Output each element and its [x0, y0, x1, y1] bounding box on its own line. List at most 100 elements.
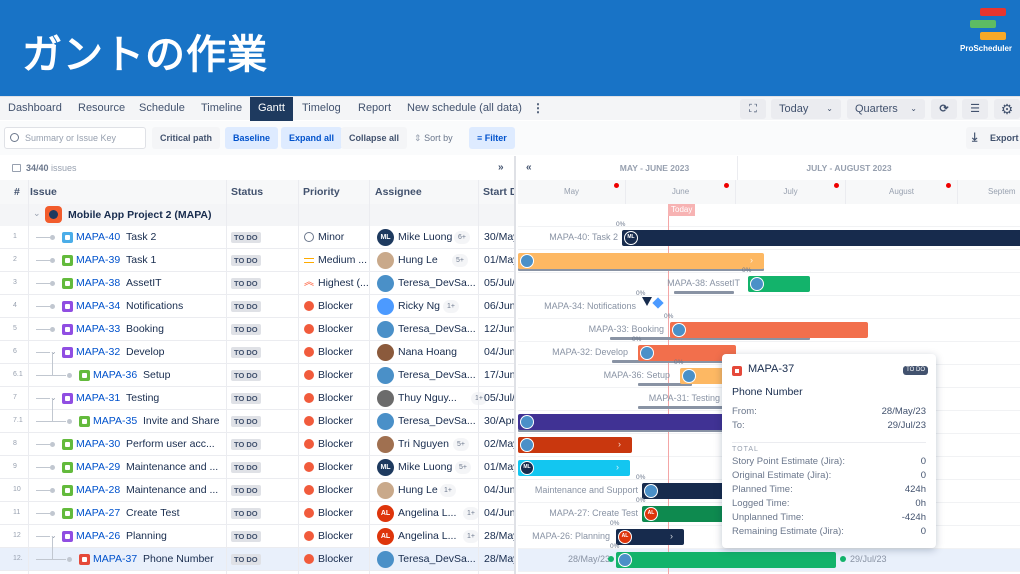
more-icon[interactable]: ⋮ [532, 97, 544, 119]
task-bar[interactable] [616, 552, 836, 568]
assignee-name[interactable]: Mike Luong [398, 456, 452, 478]
tab-resource[interactable]: Resource [78, 97, 125, 121]
issue-summary[interactable]: Testing [126, 387, 159, 409]
search-input[interactable]: Summary or Issue Key [4, 127, 146, 149]
assignee-name[interactable]: Teresa_DevSa... [398, 364, 476, 386]
more-assignees-badge[interactable]: 5+ [455, 461, 471, 474]
chevron-down-icon[interactable]: ⌄ [33, 208, 41, 219]
issue-key[interactable]: MAPA-39 [76, 249, 120, 271]
task-bar[interactable] [670, 322, 868, 338]
expand-panel-icon[interactable]: » [498, 156, 504, 180]
assignee-name[interactable]: Teresa_DevSa... [398, 272, 476, 294]
table-row[interactable]: 5 MAPA-33 Booking TO DO Blocker Teresa_DevSa.… [0, 318, 514, 341]
settings-sliders-icon[interactable]: ☰ [962, 99, 988, 119]
tab-dashboard[interactable]: Dashboard [8, 97, 62, 121]
col-status[interactable]: Status [231, 180, 263, 204]
issue-key[interactable]: MAPA-33 [76, 318, 120, 340]
expand-all-button[interactable]: Expand all [281, 127, 343, 149]
issue-key[interactable]: MAPA-34 [76, 295, 120, 317]
more-assignees-badge[interactable]: 1+ [440, 484, 456, 497]
issue-summary[interactable]: Booking [126, 318, 164, 340]
issue-key[interactable]: MAPA-32 [76, 341, 120, 363]
table-row[interactable]: 10 MAPA-28 Maintenance and ... TO DO Blocker… [0, 479, 514, 502]
assignee-name[interactable]: Tri Nguyen [398, 433, 449, 455]
tab-gantt[interactable]: Gantt [250, 97, 293, 121]
issue-key[interactable]: MAPA-31 [76, 387, 120, 409]
collapse-all-button[interactable]: Collapse all [341, 127, 408, 149]
more-assignees-badge[interactable]: 1+ [443, 300, 459, 313]
issue-key[interactable]: MAPA-27 [76, 502, 120, 524]
issue-key[interactable]: MAPA-26 [76, 525, 120, 547]
task-bar[interactable] [518, 437, 632, 453]
issue-summary[interactable]: Invite and Share [143, 410, 219, 432]
tab-schedule[interactable]: Schedule [139, 97, 185, 121]
export-button[interactable]: ⤓ Export [966, 127, 1020, 149]
issue-key[interactable]: MAPA-40 [76, 226, 120, 248]
chevron-down-icon[interactable]: ⌄ [50, 387, 57, 409]
tab-timeline[interactable]: Timeline [201, 97, 242, 121]
assignee-name[interactable]: Mike Luong [398, 226, 452, 248]
assignee-name[interactable]: Thuy Nguy... [398, 387, 457, 409]
issue-summary[interactable]: Phone Number [143, 548, 214, 570]
table-row[interactable]: 6 ⌄ MAPA-32 Develop TO DO Blocker Nana Hoang 04… [0, 341, 514, 364]
assignee-name[interactable]: Teresa_DevSa... [398, 410, 476, 432]
sort-by-button[interactable]: ⇕ Sort by [414, 127, 453, 149]
issue-summary[interactable]: Maintenance and ... [126, 479, 218, 501]
issue-summary[interactable]: Notifications [126, 295, 183, 317]
issue-summary[interactable]: Create Test [126, 502, 180, 524]
table-row[interactable]: 2 MAPA-39 Task 1 TO DO Medium ... Hung Le 5+ 01… [0, 249, 514, 272]
col-start-date[interactable]: Start D [483, 180, 514, 204]
issue-key[interactable]: MAPA-28 [76, 479, 120, 501]
filter-button[interactable]: ≡ Filter [469, 127, 515, 149]
chevron-down-icon[interactable]: ⌄ [50, 525, 57, 547]
table-row[interactable]: 7.1 MAPA-35 Invite and Share TO DO Blocker Te… [0, 398, 514, 433]
zoom-dropdown[interactable]: Quarters ⌄ [847, 99, 925, 119]
issue-key[interactable]: MAPA-29 [76, 456, 120, 478]
col-issue[interactable]: Issue [30, 180, 57, 204]
issue-summary[interactable]: Task 2 [126, 226, 156, 248]
more-assignees-badge[interactable]: 1+ [463, 530, 479, 543]
refresh-icon[interactable]: ⟳ [931, 99, 957, 119]
issue-key[interactable]: MAPA-37 [93, 548, 137, 570]
critical-path-button[interactable]: Critical path [152, 127, 221, 149]
table-row[interactable]: 3 MAPA-38 AssetIT TO DO ︽ Highest (... Teresa_… [0, 272, 514, 295]
assignee-name[interactable]: Hung Le [398, 249, 438, 271]
issue-summary[interactable]: Perform user acc... [126, 433, 215, 455]
assignee-name[interactable]: Teresa_DevSa... [398, 548, 476, 570]
gear-icon[interactable]: ⚙ [994, 99, 1020, 119]
fullscreen-icon[interactable]: ⛶ [740, 99, 766, 119]
table-row[interactable]: 12 ⌄ MAPA-26 Planning TO DO Blocker AL Angelina… [0, 525, 514, 548]
assignee-name[interactable]: Nana Hoang [398, 341, 457, 363]
assignee-name[interactable]: Angelina L... [398, 502, 456, 524]
table-row[interactable]: 8 MAPA-30 Perform user acc... TO DO Blocker T… [0, 433, 514, 456]
baseline-button[interactable]: Baseline [225, 127, 279, 149]
issue-summary[interactable]: Setup [143, 364, 170, 386]
tab-new-schedule[interactable]: New schedule (all data) [407, 97, 522, 121]
issue-summary[interactable]: Develop [126, 341, 165, 363]
issue-key[interactable]: MAPA-30 [76, 433, 120, 455]
assignee-name[interactable]: Angelina L... [398, 525, 456, 547]
today-dropdown[interactable]: Today ⌄ [771, 99, 841, 119]
issue-key[interactable]: MAPA-35 [93, 410, 137, 432]
table-row[interactable]: 11 MAPA-27 Create Test TO DO Blocker AL Angeli… [0, 502, 514, 525]
more-assignees-badge[interactable]: 5+ [452, 254, 468, 267]
project-group-row[interactable]: ⌄ Mobile App Project 2 (MAPA) [0, 204, 514, 226]
more-assignees-badge[interactable]: 1+ [463, 507, 479, 520]
table-row[interactable]: 9 MAPA-29 Maintenance and ... TO DO Blocker M… [0, 456, 514, 479]
task-bar[interactable] [518, 253, 764, 269]
issue-summary[interactable]: Planning [126, 525, 167, 547]
table-row[interactable]: 7 ⌄ MAPA-31 Testing TO DO Blocker Thuy Nguy...… [0, 387, 514, 410]
chevron-down-icon[interactable]: ⌄ [50, 341, 57, 363]
tab-report[interactable]: Report [358, 97, 391, 121]
issue-summary[interactable]: Maintenance and ... [126, 456, 218, 478]
more-assignees-badge[interactable]: 5+ [453, 438, 469, 451]
issue-key[interactable]: MAPA-38 [76, 272, 120, 294]
task-bar[interactable] [518, 414, 728, 430]
table-row[interactable]: 6.1 MAPA-36 Setup TO DO Blocker Teresa_DevSa.… [0, 352, 514, 387]
assignee-name[interactable]: Hung Le [398, 479, 438, 501]
table-row[interactable]: 4 MAPA-34 Notifications TO DO Blocker Ricky N… [0, 295, 514, 318]
more-assignees-badge[interactable]: 6+ [454, 231, 470, 244]
col-assignee[interactable]: Assignee [375, 180, 422, 204]
issue-summary[interactable]: Task 1 [126, 249, 156, 271]
table-row[interactable]: 12. MAPA-37 Phone Number TO DO Blocker Teresa… [0, 536, 514, 571]
